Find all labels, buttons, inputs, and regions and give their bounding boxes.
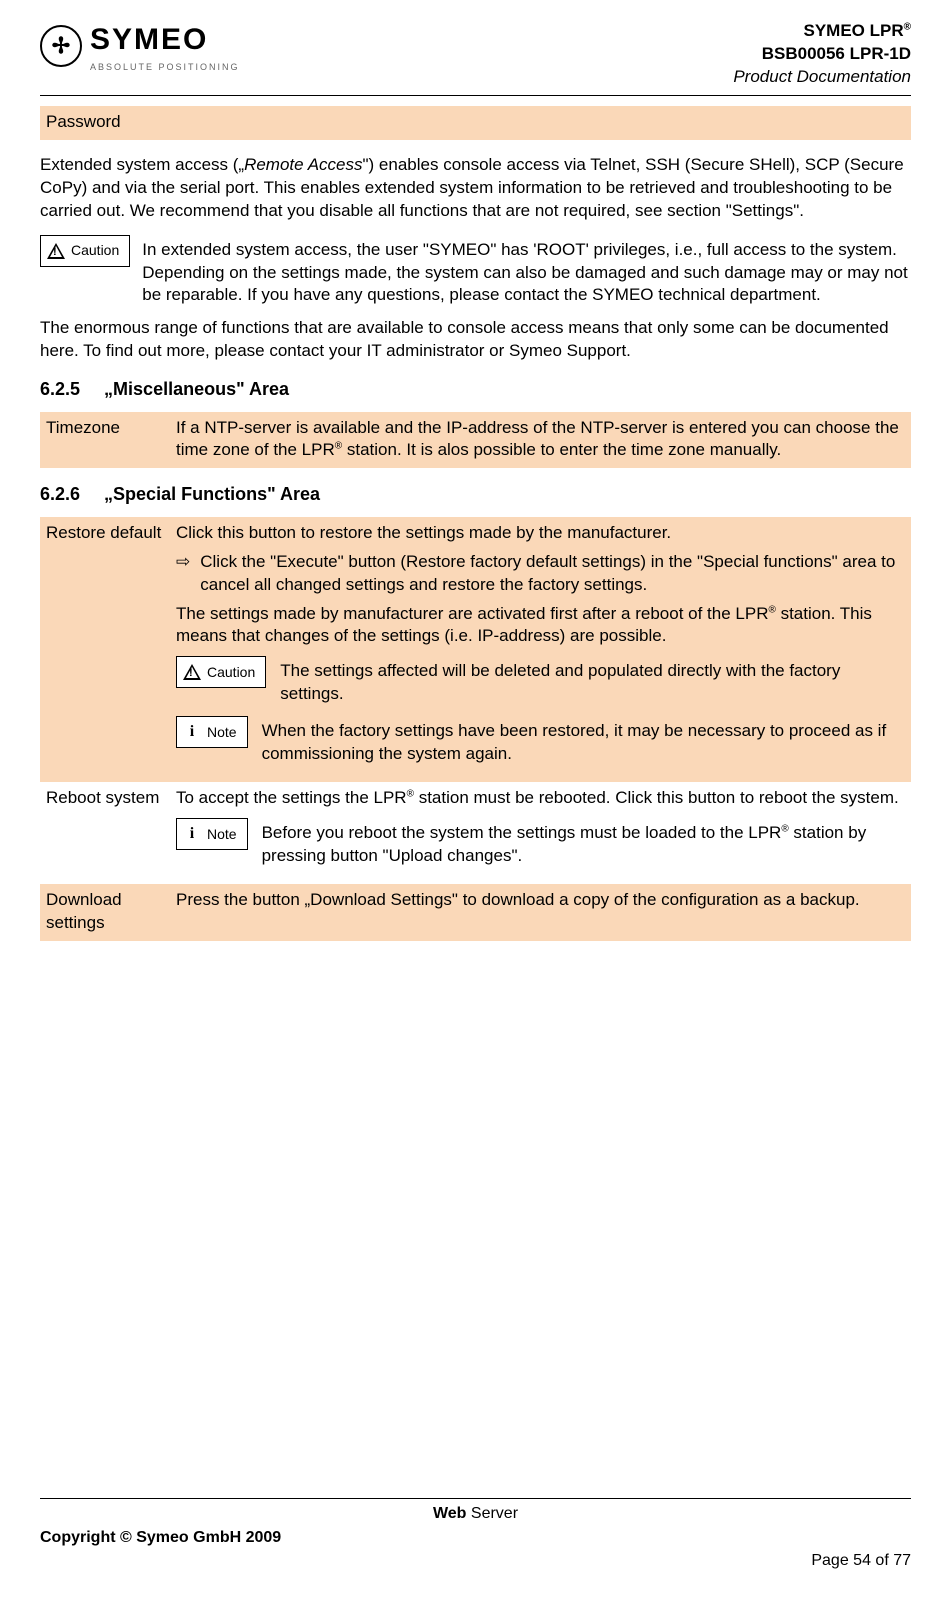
restore-label: Restore default bbox=[40, 517, 170, 782]
warning-triangle-icon: ! bbox=[183, 664, 201, 680]
header-right: SYMEO LPR® BSB00056 LPR-1D Product Docum… bbox=[733, 20, 911, 89]
password-label: Password bbox=[40, 106, 170, 140]
table-row: Reboot system To accept the settings the… bbox=[40, 782, 911, 884]
hdr-title2: BSB00056 LPR-1D bbox=[762, 44, 911, 63]
caution-row-1: ! Caution In extended system access, the… bbox=[40, 235, 911, 308]
hdr-title3: Product Documentation bbox=[733, 66, 911, 89]
restore-caution-row: ! Caution The settings affected will be … bbox=[176, 656, 903, 706]
note-box: i Note bbox=[176, 818, 248, 850]
footer-copyright: Copyright © Symeo GmbH 2009 bbox=[40, 1527, 281, 1549]
info-icon: i bbox=[183, 823, 201, 845]
special-functions-table: Restore default Click this button to res… bbox=[40, 517, 911, 941]
footer-page: Page 54 of 77 bbox=[811, 1550, 911, 1572]
paragraph-remote-access: Extended system access („Remote Access")… bbox=[40, 154, 911, 223]
download-text: Press the button „Download Settings" to … bbox=[170, 884, 911, 941]
table-row: Password bbox=[40, 106, 911, 140]
password-table: Password bbox=[40, 106, 911, 140]
caution-label: Caution bbox=[71, 241, 119, 260]
reboot-note-text: Before you reboot the system the setting… bbox=[262, 818, 903, 868]
section-6-2-5-heading: 6.2.5„Miscellaneous" Area bbox=[40, 377, 911, 401]
warning-triangle-icon: ! bbox=[47, 243, 65, 259]
restore-caution-text: The settings affected will be deleted an… bbox=[280, 656, 903, 706]
note-label: Note bbox=[207, 825, 237, 844]
footer-section: Web Server bbox=[40, 1503, 911, 1525]
caution-box: ! Caution bbox=[40, 235, 130, 267]
table-row: Timezone If a NTP-server is available an… bbox=[40, 412, 911, 469]
restore-p2: The settings made by manufacturer are ac… bbox=[176, 603, 903, 649]
reboot-label: Reboot system bbox=[40, 782, 170, 884]
logo-name: SYMEO bbox=[90, 20, 240, 61]
logo-icon: ✢ bbox=[40, 25, 82, 67]
section-6-2-6-heading: 6.2.6„Special Functions" Area bbox=[40, 482, 911, 506]
caution-label: Caution bbox=[207, 663, 255, 682]
hdr-title1: SYMEO LPR bbox=[804, 21, 904, 40]
timezone-text: If a NTP-server is available and the IP-… bbox=[170, 412, 911, 469]
info-icon: i bbox=[183, 721, 201, 743]
caution-box: ! Caution bbox=[176, 656, 266, 688]
reboot-p1: To accept the settings the LPR® station … bbox=[176, 787, 903, 810]
table-row: Download settings Press the button „Down… bbox=[40, 884, 911, 941]
page-header: ✢ SYMEO ABSOLUTE POSITIONING SYMEO LPR® … bbox=[40, 20, 911, 96]
logo-block: ✢ SYMEO ABSOLUTE POSITIONING bbox=[40, 20, 240, 73]
restore-note-row: i Note When the factory settings have be… bbox=[176, 716, 903, 766]
arrow-icon: ⇨ bbox=[176, 551, 190, 597]
reboot-note-row: i Note Before you reboot the system the … bbox=[176, 818, 903, 868]
restore-p1: Click this button to restore the setting… bbox=[176, 522, 903, 545]
paragraph-console-range: The enormous range of functions that are… bbox=[40, 317, 911, 363]
timezone-label: Timezone bbox=[40, 412, 170, 469]
restore-bullet: Click the "Execute" button (Restore fact… bbox=[200, 551, 903, 597]
download-label: Download settings bbox=[40, 884, 170, 941]
timezone-table: Timezone If a NTP-server is available an… bbox=[40, 412, 911, 469]
reboot-cell: To accept the settings the LPR® station … bbox=[170, 782, 911, 884]
note-box: i Note bbox=[176, 716, 248, 748]
restore-cell: Click this button to restore the setting… bbox=[170, 517, 911, 782]
password-value bbox=[170, 106, 911, 140]
caution-text: In extended system access, the user "SYM… bbox=[142, 235, 911, 308]
page-footer: Web Server Copyright © Symeo GmbH 2009 P… bbox=[40, 1498, 911, 1572]
note-label: Note bbox=[207, 723, 237, 742]
logo-tagline: ABSOLUTE POSITIONING bbox=[90, 61, 240, 73]
table-row: Restore default Click this button to res… bbox=[40, 517, 911, 782]
restore-note-text: When the factory settings have been rest… bbox=[262, 716, 903, 766]
